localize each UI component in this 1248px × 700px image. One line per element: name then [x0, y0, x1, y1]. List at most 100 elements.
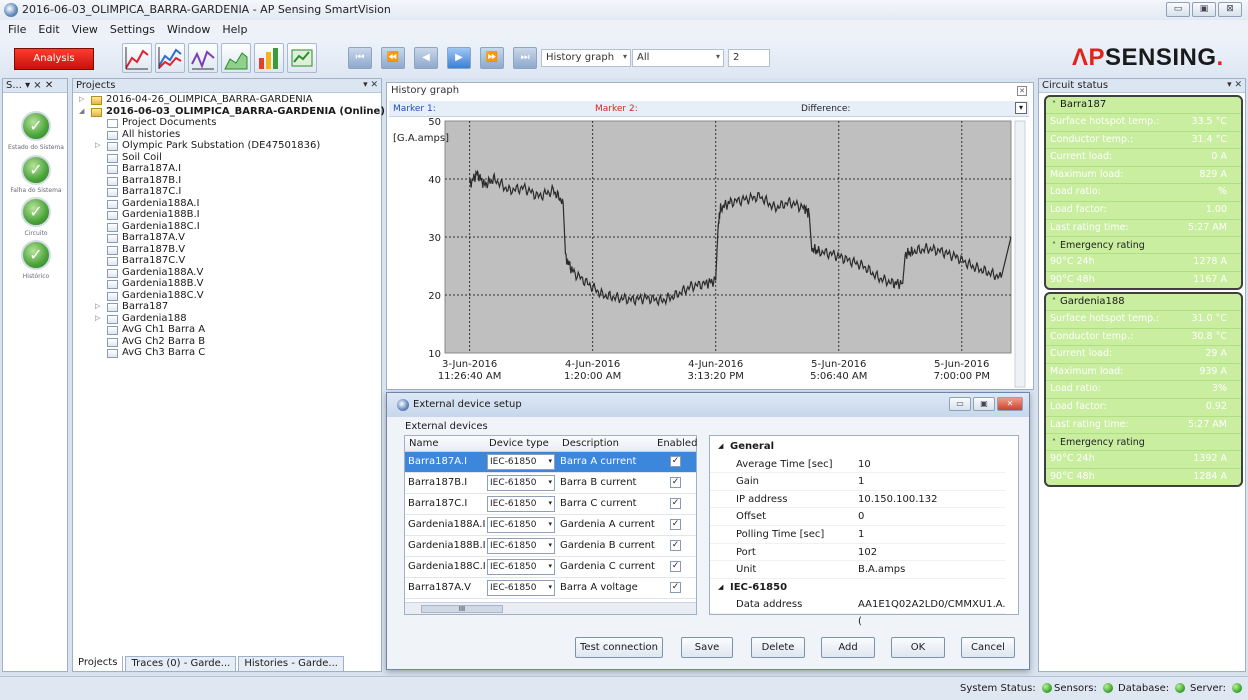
chevron-down-icon[interactable]: ▾ — [1015, 102, 1027, 114]
enabled-checkbox[interactable]: ✓ — [670, 582, 681, 593]
scroll-thumb[interactable]: III — [421, 605, 503, 613]
scope-select[interactable]: All ▾ — [632, 49, 724, 67]
property-value[interactable]: 1 — [858, 473, 864, 490]
circuit-card-header[interactable]: ˄ Barra187 — [1046, 97, 1241, 113]
tree-item[interactable]: ▷ Gardenia188 — [73, 313, 379, 325]
close-icon[interactable]: ✕ — [1017, 86, 1027, 96]
enabled-checkbox[interactable]: ✓ — [670, 498, 681, 509]
chevron-up-icon[interactable]: ˄ — [1052, 297, 1056, 306]
tree-item[interactable]: Gardenia188A.V — [73, 267, 379, 279]
tree-item[interactable]: Barra187C.V — [73, 255, 379, 267]
table-row[interactable]: Barra187A.V IEC-61850 ▾ Barra A voltage ✓ — [405, 578, 696, 599]
area-chart-icon[interactable] — [221, 43, 251, 73]
table-row[interactable]: Gardenia188C.I IEC-61850 ▾ Gardenia C curre… — [405, 557, 696, 578]
property-value[interactable]: AA1E1Q02A2LD0/CMMXU1.A.( — [858, 596, 1006, 630]
chart-area[interactable]: 50 40 30 20 10 [G.A.amps] 3-Jun-2016 11:26:40 A… — [387, 117, 1031, 389]
multi-line-chart-icon[interactable] — [155, 43, 185, 73]
maximize-button[interactable]: ▣ — [973, 397, 995, 411]
cancel-button[interactable]: Cancel — [961, 637, 1015, 658]
tab-projects[interactable]: Projects — [72, 656, 124, 672]
step-backward-icon[interactable]: ◀ — [414, 47, 438, 69]
tab-histories[interactable]: Histories - Garde... — [238, 656, 344, 672]
close-button[interactable]: ✕ — [997, 397, 1023, 411]
tab-traces[interactable]: Traces (0) - Garde... — [125, 656, 237, 672]
enabled-checkbox[interactable]: ✓ — [670, 456, 681, 467]
property-value[interactable]: 102 — [858, 544, 877, 561]
tree-item[interactable]: All histories — [73, 129, 379, 141]
menu-settings[interactable]: Settings — [110, 23, 155, 36]
table-row[interactable]: Gardenia188B.I IEC-61850 ▾ Gardenia B curre… — [405, 536, 696, 557]
property-row[interactable]: Port 102 — [710, 544, 1006, 562]
property-row[interactable]: Average Time [sec] 10 — [710, 456, 1006, 474]
property-category-iec[interactable]: ◢ IEC-61850 — [710, 579, 1006, 596]
chevron-up-icon[interactable]: ˄ — [1052, 100, 1056, 109]
check-icon[interactable]: ✓ — [21, 111, 51, 141]
circuit-card-header[interactable]: ˄ Gardenia188 — [1046, 294, 1241, 310]
property-row[interactable]: Polling Time [sec] 1 — [710, 526, 1006, 544]
device-type-select[interactable]: IEC-61850 ▾ — [487, 517, 555, 533]
enabled-checkbox[interactable]: ✓ — [670, 540, 681, 551]
circuit-card[interactable]: ˄ Barra187 Surface hotspot temp.: 33.5 °C Co… — [1044, 95, 1243, 291]
property-value[interactable]: 10.150.100.132 — [858, 491, 938, 508]
menu-file[interactable]: File — [8, 23, 26, 36]
col-description[interactable]: Description — [562, 438, 619, 449]
maximize-button[interactable]: ▣ — [1192, 2, 1216, 17]
horizontal-scrollbar[interactable]: III — [405, 602, 696, 614]
col-enabled[interactable]: Enabled — [657, 438, 697, 449]
expand-toggle-icon[interactable]: ▷ — [95, 313, 100, 325]
device-type-select[interactable]: IEC-61850 ▾ — [487, 454, 555, 470]
tree-item[interactable]: Gardenia188C.I — [73, 221, 379, 233]
close-button[interactable]: ⊠ — [1218, 2, 1242, 17]
property-row[interactable]: IP address 10.150.100.132 — [710, 491, 1006, 509]
delete-button[interactable]: Delete — [751, 637, 805, 658]
trace-chart-icon[interactable] — [188, 43, 218, 73]
play-icon[interactable]: ▶ — [447, 47, 471, 69]
property-value[interactable]: 0 — [858, 508, 864, 525]
check-icon[interactable]: ✓ — [21, 197, 51, 227]
property-row[interactable]: Unit B.A.amps — [710, 561, 1006, 579]
tree-item[interactable]: Barra187C.I — [73, 186, 379, 198]
minimize-button[interactable]: ▭ — [949, 397, 971, 411]
history-graph-select[interactable]: History graph ▾ — [541, 49, 631, 67]
property-row[interactable]: Offset 0 — [710, 508, 1006, 526]
tree-item[interactable]: Gardenia188B.I — [73, 209, 379, 221]
export-chart-icon[interactable] — [287, 43, 317, 73]
property-row[interactable]: Gain 1 — [710, 473, 1006, 491]
tree-item[interactable]: Barra187B.V — [73, 244, 379, 256]
tree-item[interactable]: Gardenia188C.V — [73, 290, 379, 302]
fast-forward-icon[interactable]: ⏩ — [480, 47, 504, 69]
fast-backward-icon[interactable]: ⏪ — [381, 47, 405, 69]
property-category-general[interactable]: ◢ General — [710, 438, 1006, 455]
property-value[interactable]: 1 — [858, 526, 864, 543]
table-row[interactable]: Barra187C.I IEC-61850 ▾ Barra C current ✓ — [405, 494, 696, 515]
device-type-select[interactable]: IEC-61850 ▾ — [487, 496, 555, 512]
line-chart-icon[interactable] — [122, 43, 152, 73]
ok-button[interactable]: OK — [891, 637, 945, 658]
tree-item[interactable]: ▷ 2016-04-26_OLIMPICA_BARRA-GARDENIA — [73, 94, 379, 106]
chevron-up-icon[interactable]: ˄ — [1052, 241, 1056, 250]
enabled-checkbox[interactable]: ✓ — [670, 561, 681, 572]
table-row[interactable]: Barra187B.I IEC-61850 ▾ Barra B current ✓ — [405, 473, 696, 494]
device-type-select[interactable]: IEC-61850 ▾ — [487, 475, 555, 491]
tree-item[interactable]: Project Documents — [73, 117, 379, 129]
emergency-rating-header[interactable]: ˄ Emergency rating — [1046, 236, 1241, 253]
tree-item[interactable]: Soil Coil — [73, 152, 379, 164]
col-device-type[interactable]: Device type — [489, 438, 549, 449]
check-icon[interactable]: ✓ — [21, 155, 51, 185]
tree-item[interactable]: Gardenia188A.I — [73, 198, 379, 210]
tree-item[interactable]: AvG Ch1 Barra A — [73, 324, 379, 336]
save-button[interactable]: Save — [681, 637, 733, 658]
device-type-select[interactable]: IEC-61850 ▾ — [487, 559, 555, 575]
count-input[interactable]: 2 — [728, 49, 770, 67]
device-type-select[interactable]: IEC-61850 ▾ — [487, 580, 555, 596]
minimize-button[interactable]: ▭ — [1166, 2, 1190, 17]
check-icon[interactable]: ✓ — [21, 240, 51, 270]
col-name[interactable]: Name — [409, 438, 439, 449]
menu-edit[interactable]: Edit — [38, 23, 59, 36]
collapse-icon[interactable]: ◢ — [718, 579, 723, 596]
expand-toggle-icon[interactable]: ◢ — [79, 106, 84, 118]
pin-icon[interactable]: ▾ ✕ — [363, 79, 378, 92]
chart-scrollbar[interactable] — [1014, 120, 1026, 388]
tree-item[interactable]: Barra187A.V — [73, 232, 379, 244]
history-chart[interactable]: 50 40 30 20 10 [G.A.amps] 3-Jun-201611:26:40 A… — [387, 117, 1031, 389]
